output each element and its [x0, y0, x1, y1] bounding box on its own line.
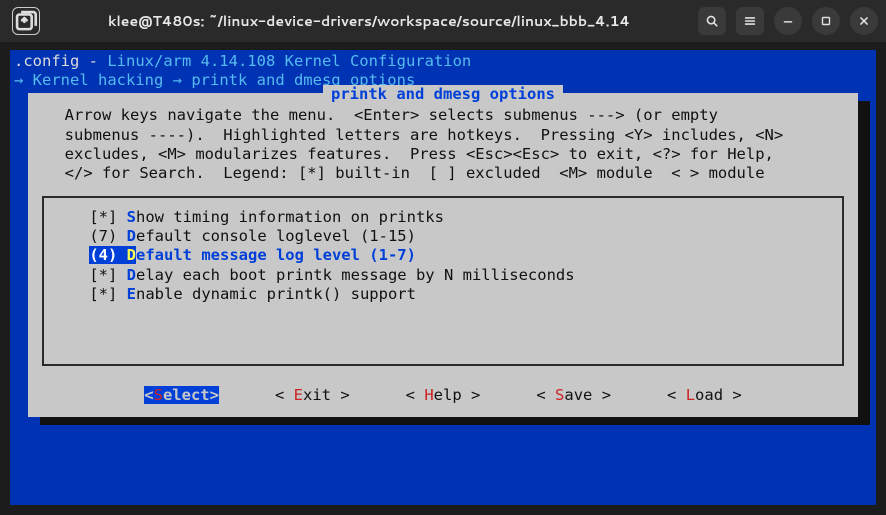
close-button[interactable]	[850, 7, 878, 35]
hamburger-menu-button[interactable]	[736, 7, 764, 35]
help-button[interactable]: < Help >	[406, 386, 481, 404]
dialog-title: printk and dmesg options	[323, 85, 563, 103]
search-button[interactable]	[698, 7, 726, 35]
window-titlebar: klee@T480s: ~/linux-device-drivers/works…	[0, 0, 886, 42]
dialog-title-row: printk and dmesg options	[36, 85, 850, 104]
dialog-container: printk and dmesg options Arrow keys navi…	[28, 93, 858, 417]
minimize-button[interactable]	[774, 7, 802, 35]
menu-item-console-loglevel[interactable]: (7) Default console loglevel (1-15)	[52, 227, 834, 246]
menuconfig-background: .config - Linux/arm 4.14.108 Kernel Conf…	[10, 50, 876, 505]
titlebar-controls	[698, 7, 878, 35]
load-button[interactable]: < Load >	[667, 386, 742, 404]
menu-list: [*] Show timing information on printks (…	[42, 196, 844, 366]
arrow-right-icon: →	[14, 71, 33, 89]
config-header: .config - Linux/arm 4.14.108 Kernel Conf…	[10, 52, 876, 71]
menuconfig-dialog: printk and dmesg options Arrow keys navi…	[28, 93, 858, 417]
menu-item-delay-printk[interactable]: [*] Delay each boot printk message by N …	[52, 266, 834, 285]
exit-button[interactable]: < Exit >	[275, 386, 350, 404]
menu-item-timing[interactable]: [*] Show timing information on printks	[52, 208, 834, 227]
menu-item-message-loglevel[interactable]: (4) Default message log level (1-7)	[52, 246, 834, 265]
maximize-button[interactable]	[812, 7, 840, 35]
select-button[interactable]: <Select>	[144, 386, 219, 404]
menu-item-dynamic-printk[interactable]: [*] Enable dynamic printk() support	[52, 285, 834, 304]
terminal-area[interactable]: .config - Linux/arm 4.14.108 Kernel Conf…	[0, 42, 886, 515]
dialog-help-text: Arrow keys navigate the menu. <Enter> se…	[36, 106, 850, 190]
new-tab-icon[interactable]	[12, 7, 40, 35]
window-title: klee@T480s: ~/linux-device-drivers/works…	[48, 11, 690, 31]
save-button[interactable]: < Save >	[536, 386, 611, 404]
dialog-button-row: <Select> < Exit > < Help > < Save > < Lo…	[36, 382, 850, 407]
